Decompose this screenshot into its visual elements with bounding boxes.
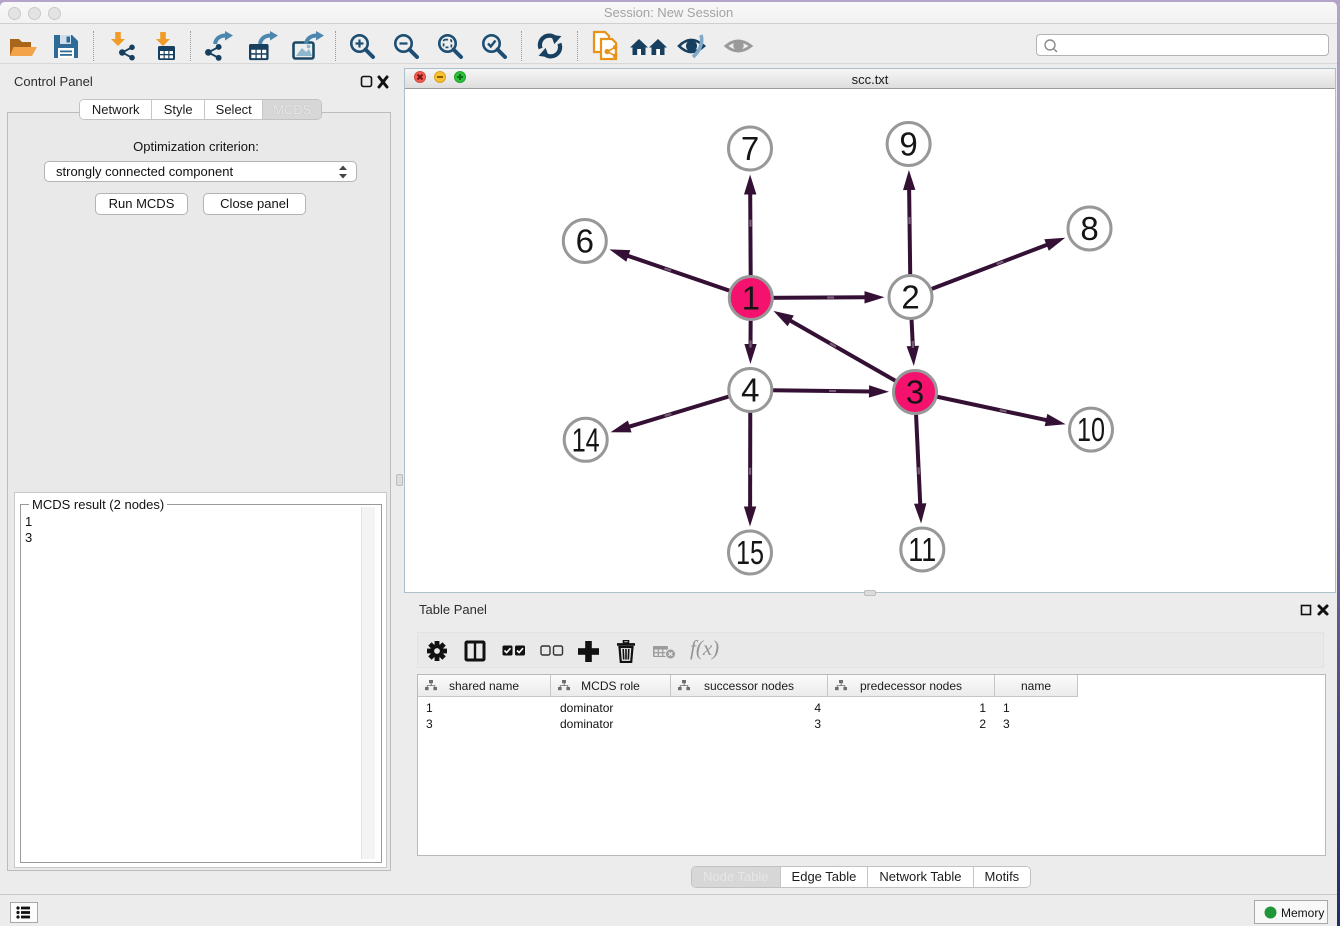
svg-text:6: 6 xyxy=(576,222,594,259)
svg-text:7: 7 xyxy=(741,130,759,167)
svg-text:2: 2 xyxy=(901,278,919,315)
svg-text:4: 4 xyxy=(741,371,759,408)
svg-text:15: 15 xyxy=(736,534,764,571)
svg-text:14: 14 xyxy=(572,421,600,458)
svg-text:3: 3 xyxy=(906,373,924,410)
svg-text:9: 9 xyxy=(899,125,917,162)
svg-text:10: 10 xyxy=(1077,411,1105,448)
svg-text:1: 1 xyxy=(742,279,760,316)
svg-text:11: 11 xyxy=(908,531,936,568)
svg-text:8: 8 xyxy=(1080,210,1098,247)
